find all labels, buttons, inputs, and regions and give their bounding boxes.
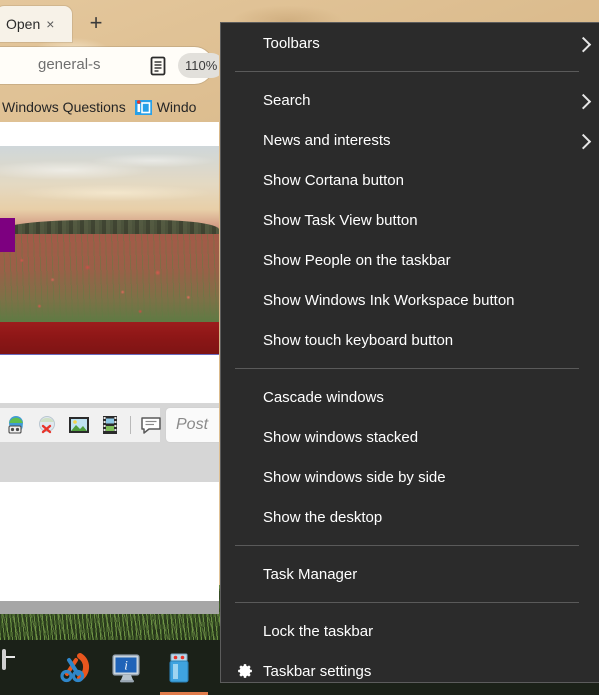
editor-toolbar (0, 408, 162, 442)
menu-item-label: Task Manager (263, 565, 358, 583)
windows-favicon (134, 99, 152, 115)
page-banner-bar (0, 322, 219, 355)
new-tab-button[interactable]: + (84, 12, 108, 36)
taskbar-context-menu[interactable]: Toolbars Search News and interests Show … (220, 22, 599, 683)
menu-item-label: Show Windows Ink Workspace button (263, 291, 515, 309)
menu-item-show-touch-keyboard-button[interactable]: Show touch keyboard button (221, 320, 599, 360)
menu-item-label: Show touch keyboard button (263, 331, 454, 349)
menu-item-label: Cascade windows (263, 388, 384, 406)
address-bar-value[interactable]: general-s (38, 56, 101, 73)
menu-item-search[interactable]: Search (221, 80, 599, 120)
menu-item-show-windows-ink-workspace-button[interactable]: Show Windows Ink Workspace button (221, 280, 599, 320)
menu-item-taskbar-settings[interactable]: Taskbar settings (221, 651, 599, 691)
chevron-right-icon (575, 133, 592, 150)
browser-toolbar: general-s 110% (0, 47, 219, 86)
bookmark-label: Windo (156, 99, 197, 115)
purple-overlay-block (0, 218, 15, 252)
menu-item-label: News and interests (263, 131, 391, 149)
menu-item-show-people-on-the-taskbar[interactable]: Show People on the taskbar (221, 240, 599, 280)
menu-item-toolbars[interactable]: Toolbars (221, 23, 599, 63)
browser-tabstrip: Open × + (0, 0, 219, 42)
browser-window: Open × + general-s 110% Windows Question… (0, 0, 219, 601)
menu-group: Lock the taskbar Taskbar settings (221, 611, 599, 691)
comment-icon[interactable] (140, 415, 162, 435)
menu-item-show-the-desktop[interactable]: Show the desktop (221, 497, 599, 537)
hero-image (0, 146, 219, 322)
menu-item-news-and-interests[interactable]: News and interests (221, 120, 599, 160)
menu-group: Task Manager (221, 554, 599, 594)
menu-item-label: Show Task View button (263, 211, 418, 229)
svg-text:i: i (124, 657, 128, 672)
screen: Open × + general-s 110% Windows Question… (0, 0, 599, 695)
menu-group: Search News and interests Show Cortana b… (221, 80, 599, 360)
close-icon[interactable]: × (46, 17, 54, 31)
menu-item-lock-the-taskbar[interactable]: Lock the taskbar (221, 611, 599, 651)
menu-item-show-windows-stacked[interactable]: Show windows stacked (221, 417, 599, 457)
taskbar-button-list: i (0, 640, 194, 695)
menu-separator (235, 71, 579, 72)
menu-item-label: Show windows side by side (263, 468, 446, 486)
browser-tab[interactable]: Open × (0, 6, 72, 42)
menu-item-label: Lock the taskbar (263, 622, 374, 640)
menu-separator (235, 368, 579, 369)
monitor-info-icon[interactable]: i (110, 651, 144, 685)
page-footer-whitespace (0, 482, 219, 601)
snipping-tool-icon[interactable] (56, 651, 90, 685)
menu-item-cascade-windows[interactable]: Cascade windows (221, 377, 599, 417)
menu-item-label: Search (263, 91, 311, 109)
comment-editor: Post (0, 404, 219, 482)
desktop-gray-band (0, 600, 219, 614)
chevron-right-icon (575, 36, 592, 53)
reading-view-icon[interactable] (146, 54, 170, 78)
menu-item-label: Show Cortana button (263, 171, 404, 189)
tab-title: Open (6, 16, 41, 32)
web-page-content: Post (0, 122, 219, 601)
page-whitespace (0, 355, 219, 401)
gear-icon (237, 663, 254, 680)
menu-item-label: Taskbar settings (263, 662, 372, 680)
menu-group: Cascade windows Show windows stacked Sho… (221, 377, 599, 537)
insert-video-icon[interactable] (99, 415, 121, 435)
insert-image-icon[interactable] (68, 415, 90, 435)
bookmarks-bar: Windows Questions Windo (0, 92, 219, 122)
hero-poppy-field (0, 234, 219, 322)
menu-item-label: Show People on the taskbar (263, 251, 451, 269)
menu-item-label: Show the desktop (263, 508, 383, 526)
usb-drive-icon[interactable] (164, 651, 194, 685)
bookmark-label: Windows Questions (2, 99, 126, 115)
chevron-right-icon (575, 93, 592, 110)
link-icon[interactable] (6, 415, 28, 435)
menu-item-show-windows-side-by-side[interactable]: Show windows side by side (221, 457, 599, 497)
post-button[interactable]: Post (166, 408, 219, 442)
bookmark-item[interactable]: Windows Questions (2, 99, 126, 115)
menu-item-task-manager[interactable]: Task Manager (221, 554, 599, 594)
menu-item-show-task-view-button[interactable]: Show Task View button (221, 200, 599, 240)
menu-item-label: Toolbars (263, 34, 320, 52)
unlink-icon[interactable] (37, 415, 59, 435)
menu-separator (235, 602, 579, 603)
zoom-level-badge[interactable]: 110% (178, 53, 219, 78)
hero-sky (0, 146, 219, 227)
toolbar-divider (130, 416, 131, 434)
menu-group: Toolbars (221, 23, 599, 63)
menu-item-label: Show windows stacked (263, 428, 419, 446)
menu-item-show-cortana-button[interactable]: Show Cortana button (221, 160, 599, 200)
console-icon[interactable] (2, 648, 36, 685)
menu-separator (235, 545, 579, 546)
bookmark-item[interactable]: Windo (134, 99, 197, 115)
